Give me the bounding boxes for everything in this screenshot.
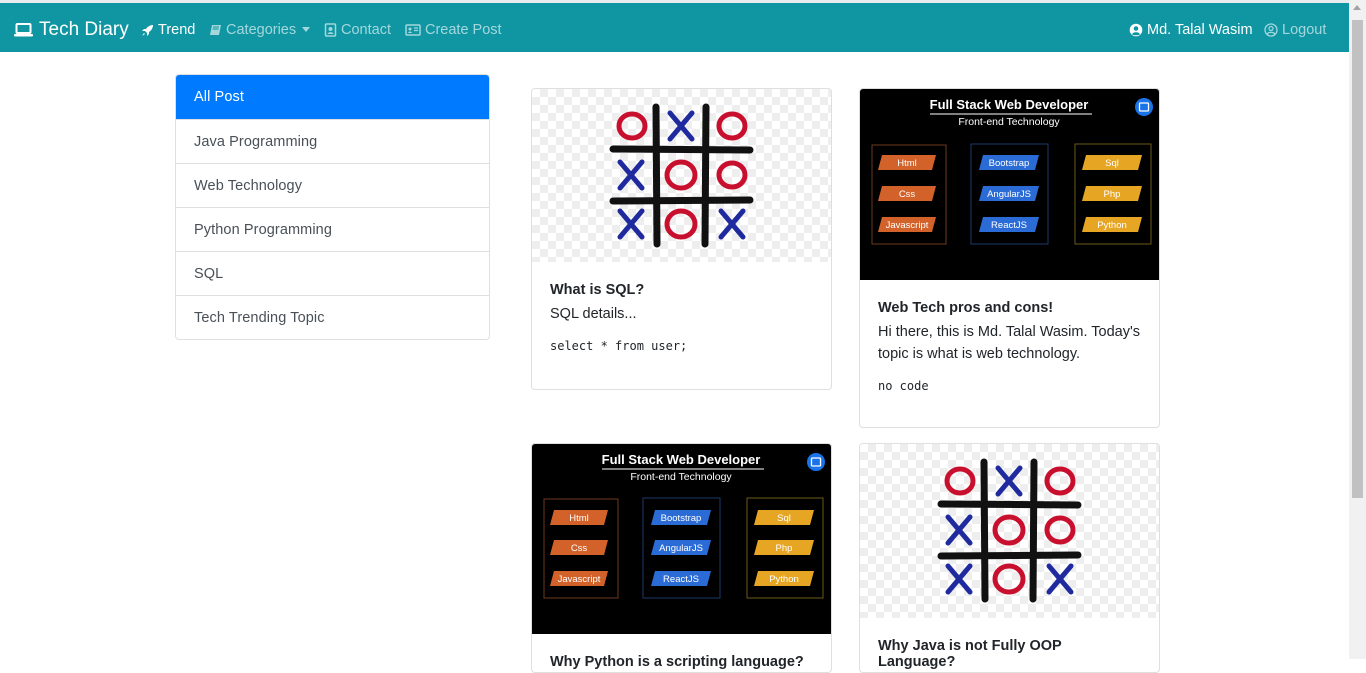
chevron-down-icon (302, 26, 311, 32)
category-label: Web Technology (194, 177, 303, 194)
banner-item: Bootstrap (661, 513, 702, 524)
nav-create-post-label: Create Post (425, 22, 502, 38)
banner-item: Python (769, 574, 799, 585)
post-card[interactable]: What is SQL? SQL details... select * fro… (531, 88, 832, 390)
banner-item: Css (571, 543, 588, 554)
banner-title: Full Stack Web Developer (930, 97, 1089, 112)
post-text: SQL details... (550, 306, 637, 322)
full-stack-banner-image: Full Stack Web Developer Front-end Techn… (543, 452, 825, 599)
banner-item: Php (776, 543, 793, 554)
banner-item: Python (1097, 220, 1127, 231)
banner-item: ReactJS (663, 574, 699, 585)
banner-item: Css (899, 189, 916, 200)
tic-tac-toe-image (937, 458, 1082, 603)
category-label: All Post (194, 89, 244, 105)
user-circle-icon (1129, 23, 1143, 37)
banner-subtitle: Front-end Technology (958, 116, 1060, 128)
banner-item: Sql (1105, 158, 1119, 169)
category-label: SQL (194, 265, 224, 282)
post-title: Why Python is a scripting language? (550, 654, 804, 670)
nav-logout-label: Logout (1282, 22, 1327, 38)
category-item-web-technology[interactable]: Web Technology (176, 163, 489, 207)
nav-trend[interactable]: Trend (141, 22, 195, 38)
nav-contact-label: Contact (341, 22, 391, 38)
nav-user-profile[interactable]: Md. Talal Wasim (1129, 22, 1253, 38)
id-card-icon (405, 24, 421, 36)
post-image-full-stack-banner: Full Stack Web Developer Front-end Techn… (860, 89, 1159, 280)
category-label: Python Programming (194, 221, 332, 238)
scrollbar-thumb[interactable] (1352, 20, 1363, 498)
nav-logout[interactable]: Logout (1264, 22, 1326, 38)
banner-item: Bootstrap (989, 158, 1030, 169)
banner-item: Php (1104, 189, 1121, 200)
post-text: Hi there, this is Md. Talal Wasim. Today… (878, 324, 1140, 362)
post-title: Web Tech pros and cons! (878, 300, 1054, 316)
user-circle-outline-icon (1264, 23, 1278, 37)
post-card[interactable]: Full Stack Web Developer Front-end Techn… (531, 443, 832, 673)
banner-item: Javascript (886, 220, 929, 231)
category-list: All Post Java Programming Web Technology… (175, 74, 490, 340)
post-image-tic-tac-toe (860, 444, 1159, 618)
banner-item: Javascript (558, 574, 601, 585)
banner-subtitle: Front-end Technology (630, 471, 732, 483)
tic-tac-toe-image (609, 103, 754, 248)
laptop-icon (14, 23, 33, 37)
category-label: Tech Trending Topic (194, 309, 325, 326)
nav-create-post[interactable]: Create Post (405, 22, 502, 38)
nav-trend-label: Trend (158, 22, 196, 38)
brand-link[interactable]: Tech Diary (14, 19, 129, 41)
banner-title: Full Stack Web Developer (602, 452, 761, 467)
post-image-full-stack-banner: Full Stack Web Developer Front-end Techn… (532, 444, 831, 634)
banner-item: Html (569, 513, 589, 524)
category-label: Java Programming (194, 133, 318, 150)
category-item-sql[interactable]: SQL (176, 251, 489, 295)
banner-item: Sql (777, 513, 791, 524)
book-icon (210, 25, 221, 35)
nav-user-label: Md. Talal Wasim (1147, 22, 1253, 38)
post-image-tic-tac-toe (532, 89, 831, 262)
banner-item: AngularJS (659, 543, 703, 554)
banner-item: Html (897, 158, 917, 169)
post-title: What is SQL? (550, 282, 645, 298)
category-item-python-programming[interactable]: Python Programming (176, 207, 489, 251)
category-item-all-post[interactable]: All Post (176, 75, 489, 119)
post-code: select * from user; (550, 339, 688, 353)
navbar: Tech Diary Trend Categories Contact Crea… (0, 3, 1349, 52)
nav-contact[interactable]: Contact (324, 22, 391, 38)
nav-categories-dropdown[interactable]: Categories (209, 22, 311, 38)
scroll-up-icon[interactable] (1353, 5, 1361, 10)
post-code: no code (878, 379, 929, 393)
nav-categories-label: Categories (226, 22, 297, 38)
brand-text: Tech Diary (39, 19, 129, 40)
post-card[interactable]: Why Java is not Fully OOP Language? (859, 443, 1160, 673)
full-stack-banner-image: Full Stack Web Developer Front-end Techn… (871, 97, 1153, 245)
address-book-icon (324, 23, 337, 37)
rocket-icon (142, 24, 153, 36)
post-card[interactable]: Full Stack Web Developer Front-end Techn… (859, 88, 1160, 428)
post-title: Why Java is not Fully OOP Language? (878, 638, 1062, 670)
category-item-tech-trending-topic[interactable]: Tech Trending Topic (176, 295, 489, 339)
category-item-java-programming[interactable]: Java Programming (176, 119, 489, 163)
page-scrollbar[interactable] (1349, 0, 1366, 659)
banner-item: ReactJS (991, 220, 1027, 231)
banner-item: AngularJS (987, 189, 1031, 200)
